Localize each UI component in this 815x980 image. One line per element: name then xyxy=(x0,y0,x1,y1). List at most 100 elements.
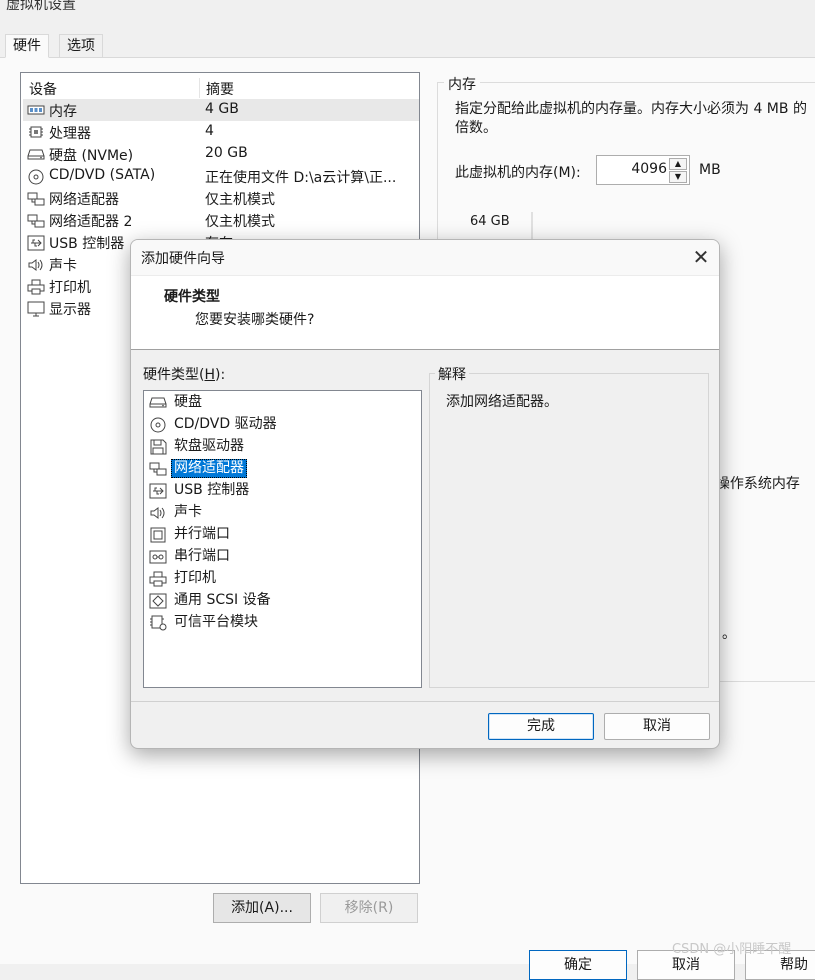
device-name: CD/DVD (SATA) xyxy=(49,167,156,183)
device-name: USB 控制器 xyxy=(49,236,125,252)
hardware-type-label: USB 控制器 xyxy=(174,482,250,498)
device-summary: 正在使用文件 D:\a云计算\正... xyxy=(205,170,397,186)
hardware-type-label: 软盘驱动器 xyxy=(174,438,244,454)
obscured-text-fragment: l操作系统内存 xyxy=(712,476,800,492)
hardware-type-list[interactable]: 硬盘 CD/DVD 驱动器 软盘驱动器网络适配器 USB 控制器 声卡并行端口串行端口打… xyxy=(143,390,422,688)
speaker-icon xyxy=(149,505,167,521)
device-row[interactable]: 硬盘 (NVMe) 20 GB xyxy=(23,143,419,165)
device-row[interactable]: 处理器 4 xyxy=(23,121,419,143)
network-adapter-icon xyxy=(27,213,45,228)
hardware-type-item[interactable]: USB 控制器 xyxy=(148,480,418,502)
hardware-type-label: CD/DVD 驱动器 xyxy=(174,416,277,432)
hardware-type-item[interactable]: 软盘驱动器 xyxy=(148,436,418,458)
obscured-text-fragment: 。 xyxy=(722,626,736,642)
hardware-type-item[interactable]: CD/DVD 驱动器 xyxy=(148,414,418,436)
device-row[interactable]: CD/DVD (SATA) 正在使用文件 D:\a云计算\正... xyxy=(23,165,419,187)
scsi-icon xyxy=(149,593,167,609)
device-summary: 仅主机模式 xyxy=(205,192,275,208)
wizard-header-title: 硬件类型 xyxy=(164,289,220,305)
stepper-down-button[interactable]: ▼ xyxy=(669,171,687,183)
device-name: 声卡 xyxy=(49,258,77,274)
device-name: 打印机 xyxy=(49,280,91,296)
hardware-type-label: 打印机 xyxy=(174,570,216,586)
device-summary: 4 xyxy=(205,123,214,139)
ok-button[interactable]: 确定 xyxy=(529,950,627,980)
device-row[interactable]: 网络适配器 2 仅主机模式 xyxy=(23,209,419,231)
hardware-type-label: 硬件类型(H): xyxy=(143,367,226,383)
remove-device-button[interactable]: 移除(R) xyxy=(320,893,418,923)
hardware-type-item[interactable]: 可信平台模块 xyxy=(148,612,418,634)
device-summary: 4 GB xyxy=(205,101,239,117)
hardware-type-item[interactable]: 通用 SCSI 设备 xyxy=(148,590,418,612)
hardware-type-item[interactable]: 并行端口 xyxy=(148,524,418,546)
hardware-type-label: 可信平台模块 xyxy=(174,614,258,630)
speaker-icon xyxy=(27,257,45,271)
device-row[interactable]: 内存 4 GB xyxy=(23,99,419,121)
memory-size-stepper[interactable]: 4096 ▲ ▼ xyxy=(596,155,690,185)
serial-port-icon xyxy=(149,549,167,565)
cd-dvd-icon xyxy=(149,417,167,433)
cd-dvd-icon xyxy=(27,169,45,185)
memory-unit: MB xyxy=(699,162,721,178)
hardware-type-label: 串行端口 xyxy=(174,548,230,564)
device-name: 显示器 xyxy=(49,302,91,318)
dialog-footer-divider xyxy=(131,701,719,702)
window-title: 虚拟机设置 xyxy=(6,0,76,13)
column-header-device[interactable]: 设备 xyxy=(29,79,57,99)
wizard-header: 硬件类型 您要安装哪类硬件? xyxy=(131,276,719,350)
tab-hardware[interactable]: 硬件 xyxy=(5,34,49,58)
memory-size-label: 此虚拟机的内存(M): xyxy=(455,165,581,181)
close-icon[interactable]: ✕ xyxy=(687,244,715,272)
device-name: 网络适配器 xyxy=(49,192,119,208)
device-summary: 仅主机模式 xyxy=(205,214,275,230)
device-list-header: 设备 摘要 xyxy=(21,76,419,98)
hard-disk-icon xyxy=(27,147,45,161)
hardware-type-label: 硬盘 xyxy=(174,394,202,410)
floppy-icon xyxy=(149,439,167,455)
memory-description: 指定分配给此虚拟机的内存量。内存大小必须为 4 MB 的倍数。 xyxy=(455,101,807,136)
add-device-button[interactable]: 添加(A)... xyxy=(213,893,311,923)
device-name: 网络适配器 2 xyxy=(49,214,133,230)
hardware-type-item[interactable]: 硬盘 xyxy=(148,392,418,414)
hardware-type-label: 声卡 xyxy=(174,504,202,520)
memory-icon xyxy=(27,103,45,117)
hardware-type-item[interactable]: 打印机 xyxy=(148,568,418,590)
network-adapter-icon xyxy=(27,191,45,206)
hardware-type-label: 通用 SCSI 设备 xyxy=(174,592,271,608)
explanation-group-box xyxy=(429,373,709,688)
tab-options[interactable]: 选项 xyxy=(59,34,103,58)
device-row[interactable]: 网络适配器 仅主机模式 xyxy=(23,187,419,209)
hardware-type-label: 并行端口 xyxy=(174,526,230,542)
memory-group-title: 内存 xyxy=(444,74,480,94)
device-name: 处理器 xyxy=(49,126,91,142)
network-adapter-icon xyxy=(149,461,167,477)
add-hardware-wizard-dialog: 添加硬件向导 ✕ 硬件类型 您要安装哪类硬件? 硬件类型(H): 硬盘 CD/DV… xyxy=(130,239,720,749)
parallel-port-icon xyxy=(149,527,167,543)
cpu-icon xyxy=(27,125,45,139)
device-name: 硬盘 (NVMe) xyxy=(49,148,134,164)
usb-icon xyxy=(149,483,167,499)
hardware-type-label: 网络适配器 xyxy=(171,459,247,478)
printer-icon xyxy=(27,279,45,295)
dialog-title: 添加硬件向导 xyxy=(141,251,225,267)
device-name: 内存 xyxy=(49,104,77,120)
column-header-summary[interactable]: 摘要 xyxy=(206,79,234,99)
hardware-type-item[interactable]: 串行端口 xyxy=(148,546,418,568)
finish-button[interactable]: 完成 xyxy=(488,713,594,740)
usb-icon xyxy=(27,235,45,251)
explanation-text: 添加网络适配器。 xyxy=(446,394,558,410)
hardware-type-item[interactable]: 声卡 xyxy=(148,502,418,524)
memory-size-value[interactable]: 4096 xyxy=(631,161,667,177)
hardware-type-item[interactable]: 网络适配器 xyxy=(148,458,418,480)
stepper-up-button[interactable]: ▲ xyxy=(669,158,687,170)
dialog-titlebar: 添加硬件向导 ✕ xyxy=(131,240,719,276)
explanation-title: 解释 xyxy=(435,364,469,384)
wizard-header-subtitle: 您要安装哪类硬件? xyxy=(195,312,315,328)
tpm-icon xyxy=(149,615,167,631)
monitor-icon xyxy=(27,301,45,317)
dialog-cancel-button[interactable]: 取消 xyxy=(604,713,710,740)
printer-icon xyxy=(149,571,167,587)
watermark: CSDN @小阳睡不醒 xyxy=(672,942,792,957)
hard-disk-icon xyxy=(149,395,167,411)
slider-max-label: 64 GB xyxy=(470,214,510,229)
